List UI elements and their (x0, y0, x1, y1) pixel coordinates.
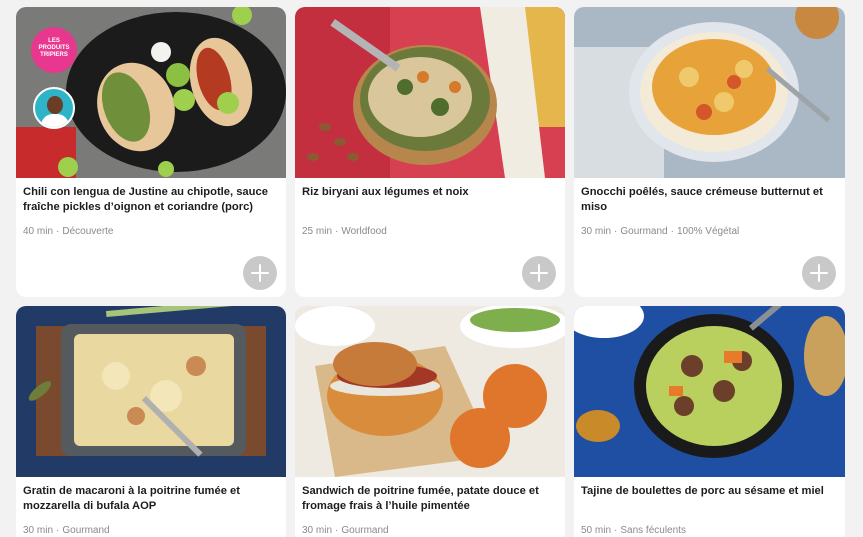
recipe-tag: Gourmand (620, 226, 668, 237)
recipe-card[interactable]: Gratin de macaroni à la poitrine fumée e… (16, 306, 286, 537)
recipe-time: 25 min (302, 226, 333, 237)
produits-tripiers-badge: LES PRODUITS TRIPIERS (31, 27, 77, 73)
recipe-title[interactable]: Gnocchi poêlés, sauce crémeuse butternut… (581, 185, 835, 215)
recipe-image[interactable] (574, 306, 845, 477)
separator-dot: · (56, 525, 60, 536)
recipe-tag: Découverte (62, 226, 114, 237)
recipe-tag: Worldfood (341, 226, 387, 237)
recipe-meta: 30 min · Gourmand (302, 525, 389, 536)
separator-dot: · (335, 525, 339, 536)
chef-avatar (33, 87, 75, 129)
recipe-tag: Gourmand (62, 525, 110, 536)
recipe-tag: 100% Végétal (676, 226, 740, 237)
recipe-title[interactable]: Gratin de macaroni à la poitrine fumée e… (23, 484, 276, 514)
recipe-image[interactable] (16, 306, 286, 477)
separator-dot: · (614, 525, 618, 536)
recipe-title[interactable]: Riz biryani aux légumes et noix (302, 185, 555, 200)
recipe-card[interactable]: Tajine de boulettes de porc au sésame et… (574, 306, 845, 537)
recipe-time: 30 min (302, 525, 333, 536)
recipe-card[interactable]: Gnocchi poêlés, sauce crémeuse butternut… (574, 7, 845, 297)
recipe-title[interactable]: Sandwich de poitrine fumée, patate douce… (302, 484, 555, 514)
add-recipe-button[interactable] (802, 256, 836, 290)
separator-dot: · (614, 226, 618, 237)
add-recipe-button[interactable] (522, 256, 556, 290)
recipe-time: 30 min (23, 525, 54, 536)
recipe-meta: 50 min · Sans féculents (581, 525, 686, 536)
recipe-image[interactable] (295, 306, 565, 477)
recipe-card[interactable]: Sandwich de poitrine fumée, patate douce… (295, 306, 565, 537)
recipe-meta: 30 min · Gourmand · 100% Végétal (581, 226, 739, 237)
recipe-meta: 40 min · Découverte (23, 226, 114, 237)
recipe-image[interactable] (295, 7, 565, 178)
recipe-title[interactable]: Chili con lengua de Justine au chipotle,… (23, 185, 276, 215)
recipe-tag: Sans féculents (620, 525, 686, 536)
recipe-meta: 30 min · Gourmand (23, 525, 110, 536)
separator-dot: · (56, 226, 60, 237)
recipe-image[interactable] (574, 7, 845, 178)
recipe-time: 50 min (581, 525, 612, 536)
recipe-card[interactable]: Riz biryani aux légumes et noix 25 min · W… (295, 7, 565, 297)
separator-dot: · (335, 226, 339, 237)
recipe-card[interactable]: LES PRODUITS TRIPIERS Chili con lengua d… (16, 7, 286, 297)
recipe-tag: Gourmand (341, 525, 389, 536)
recipe-meta: 25 min · Worldfood (302, 226, 387, 237)
recipe-image[interactable]: LES PRODUITS TRIPIERS (16, 7, 286, 178)
separator-dot: · (670, 226, 674, 237)
recipe-time: 40 min (23, 226, 54, 237)
recipe-grid: LES PRODUITS TRIPIERS Chili con lengua d… (0, 0, 863, 537)
recipe-time: 30 min (581, 226, 612, 237)
add-recipe-button[interactable] (243, 256, 277, 290)
recipe-title[interactable]: Tajine de boulettes de porc au sésame et… (581, 484, 835, 499)
